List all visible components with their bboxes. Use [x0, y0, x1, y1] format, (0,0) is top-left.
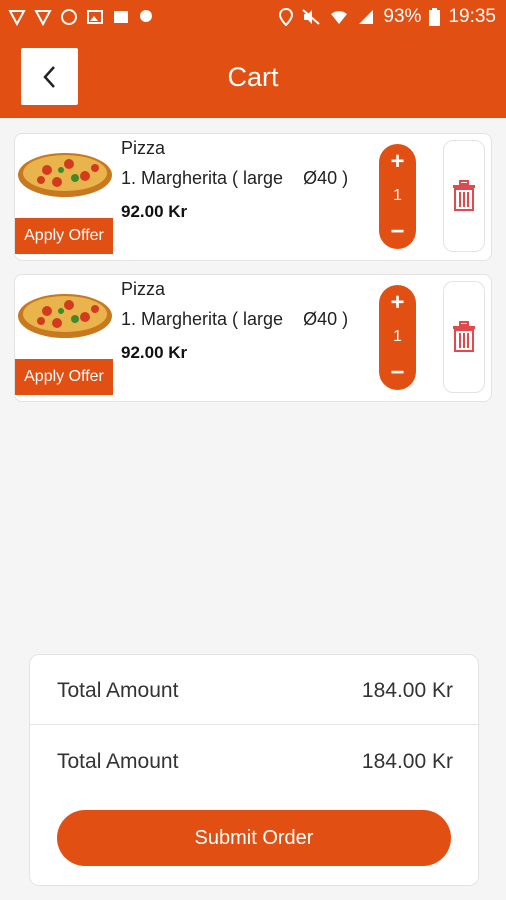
wifi-icon [329, 8, 349, 26]
signal-icon [357, 8, 375, 26]
cart-item: Apply Offer Pizza 1. Margherita ( large … [14, 274, 492, 402]
order-summary: Total Amount 184.00 Kr Total Amount 184.… [29, 654, 480, 886]
app-bar: Cart [0, 36, 506, 118]
system-status: 93% 19:35 [279, 6, 496, 28]
item-name: 1. Margherita ( large Ø40 ) [121, 309, 349, 329]
item-category: Pizza [121, 138, 166, 158]
status-bar: 93% 19:35 [0, 0, 506, 36]
notification-icons [8, 8, 156, 27]
decrease-quantity-button[interactable]: − [379, 359, 416, 387]
trash-icon [453, 180, 475, 211]
battery-icon [429, 8, 441, 26]
quantity-stepper: + 1 − [379, 285, 416, 390]
whatsapp-icon [60, 8, 78, 26]
delete-item-button[interactable] [443, 281, 485, 393]
battery-percent: 93% [383, 6, 422, 27]
total-amount-label: Total Amount [57, 750, 179, 773]
pizza-image [18, 153, 112, 197]
item-category: Pizza [121, 279, 166, 299]
trash-icon [453, 321, 475, 352]
quantity-value: 1 [393, 328, 402, 345]
increase-quantity-button[interactable]: + [379, 148, 416, 176]
pizza-image [18, 294, 112, 338]
cursor-icon [8, 8, 26, 27]
total-amount-label: Total Amount [57, 679, 179, 702]
summary-row: Total Amount 184.00 Kr [30, 726, 480, 796]
clock: 19:35 [448, 6, 496, 27]
chat-icon [138, 8, 156, 26]
decrease-quantity-button[interactable]: − [379, 218, 416, 246]
quantity-stepper: + 1 − [379, 144, 416, 249]
item-price: 92.00 Kr [121, 343, 188, 362]
total-amount-value: 184.00 Kr [361, 750, 453, 773]
apply-offer-button[interactable]: Apply Offer [15, 359, 113, 395]
mute-icon [301, 8, 321, 26]
item-price: 92.00 Kr [121, 202, 188, 221]
apply-offer-button[interactable]: Apply Offer [15, 218, 113, 254]
cursor-icon [34, 8, 52, 27]
quantity-value: 1 [393, 187, 402, 204]
item-name: 1. Margherita ( large Ø40 ) [121, 168, 349, 188]
total-amount-value: 184.00 Kr [361, 679, 453, 702]
location-icon [279, 8, 294, 26]
summary-row: Total Amount 184.00 Kr [30, 655, 480, 725]
news-icon [112, 8, 130, 26]
cart-item: Apply Offer Pizza 1. Margherita ( large … [14, 133, 492, 261]
page-title: Cart [227, 62, 279, 92]
submit-order-button[interactable]: Submit Order [57, 810, 451, 866]
delete-item-button[interactable] [443, 140, 485, 252]
image-icon [86, 8, 104, 26]
increase-quantity-button[interactable]: + [379, 289, 416, 317]
